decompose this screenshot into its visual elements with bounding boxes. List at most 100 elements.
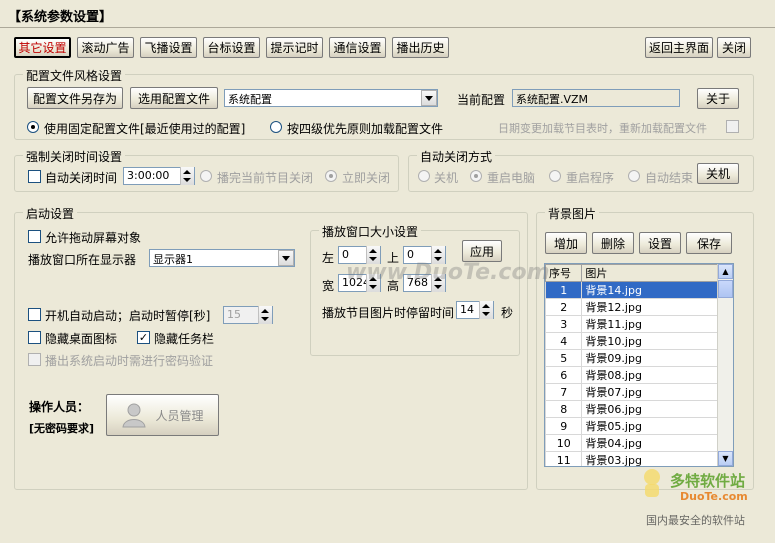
spin-down-icon[interactable]: [482, 312, 490, 316]
combo-value: 显示器1: [153, 253, 193, 266]
group-legend: 强制关闭时间设置: [23, 148, 126, 165]
autostart-checkbox[interactable]: [28, 308, 41, 321]
button-label: 返回主界面: [648, 41, 709, 55]
spin-up-icon[interactable]: [482, 304, 490, 308]
save-config-as-button[interactable]: 配置文件另存为: [27, 87, 123, 109]
spin-down-icon[interactable]: [434, 285, 442, 289]
image-table: 序号 图片 1 背景14.jpg 2 背景12.jpg 3 背景11.jpg 4 背景1…: [545, 264, 719, 466]
button-label: 关于: [705, 92, 730, 106]
table-row[interactable]: 1 背景14.jpg: [545, 281, 719, 299]
display-combo[interactable]: 显示器1: [149, 249, 295, 267]
auto-close-checkbox[interactable]: [28, 170, 41, 183]
select-config-button[interactable]: 选用配置文件: [130, 87, 218, 109]
save-images-button[interactable]: 保存: [686, 232, 732, 254]
width-label: 宽: [322, 279, 335, 293]
chevron-down-icon[interactable]: [421, 90, 437, 106]
tab-timer[interactable]: 提示记时: [266, 37, 323, 58]
restart-app-radio[interactable]: [549, 170, 561, 182]
fixed-config-radio[interactable]: [27, 121, 39, 133]
table-row[interactable]: 11 背景03.jpg: [545, 451, 719, 466]
column-header-image[interactable]: 图片: [581, 264, 719, 282]
logo-site: DuoTe.com: [680, 490, 748, 503]
tab-fly-settings[interactable]: 飞播设置: [140, 37, 197, 58]
spin-down-icon[interactable]: [369, 285, 377, 289]
center-watermark: www.DuoTe.com: [346, 260, 550, 285]
row-file: 背景14.jpg: [581, 281, 719, 299]
scroll-up-icon[interactable]: ▲: [718, 264, 733, 279]
tab-history[interactable]: 播出历史: [392, 37, 449, 58]
current-config-field: 系统配置.VZM: [512, 89, 680, 107]
table-row[interactable]: 8 背景06.jpg: [545, 400, 719, 418]
tab-other-settings[interactable]: 其它设置: [14, 37, 71, 58]
scroll-down-icon[interactable]: ▼: [718, 451, 733, 466]
auto-end-radio[interactable]: [628, 170, 640, 182]
table-row[interactable]: 5 背景09.jpg: [545, 349, 719, 367]
tab-label: 台标设置: [207, 41, 256, 55]
tab-communication[interactable]: 通信设置: [329, 37, 386, 58]
hide-desktop-icons-label: 隐藏桌面图标: [45, 332, 118, 346]
apply-button[interactable]: 应用: [462, 240, 502, 262]
restart-pc-radio[interactable]: [470, 170, 482, 182]
about-button[interactable]: 关于: [697, 88, 739, 109]
pause-spinner[interactable]: [258, 306, 272, 324]
table-row[interactable]: 3 背景11.jpg: [545, 315, 719, 333]
spin-up-icon[interactable]: [261, 309, 269, 313]
group-legend: 自动关闭方式: [417, 148, 496, 165]
scroll-thumb[interactable]: [718, 280, 733, 298]
table-row[interactable]: 2 背景12.jpg: [545, 298, 719, 316]
tab-bar: 其它设置 滚动广告 飞播设置 台标设置 提示记时 通信设置 播出历史 返回主界面…: [0, 34, 775, 62]
row-index: 10: [545, 434, 583, 452]
table-row[interactable]: 6 背景08.jpg: [545, 366, 719, 384]
delete-image-button[interactable]: 删除: [592, 232, 634, 254]
priority-config-label: 按四级优先原则加载配置文件: [287, 122, 444, 136]
row-index: 1: [545, 281, 583, 299]
button-label: 增加: [553, 236, 578, 251]
row-index: 8: [545, 400, 583, 418]
table-row[interactable]: 9 背景05.jpg: [545, 417, 719, 435]
hide-taskbar-checkbox[interactable]: ✓: [137, 331, 150, 344]
time-spinner[interactable]: [180, 167, 194, 185]
table-row[interactable]: 4 背景10.jpg: [545, 332, 719, 350]
field-value: 系统配置.VZM: [516, 93, 589, 106]
autostart-label: 开机自动启动；启动时暂停[秒]: [45, 309, 211, 323]
left-label: 左: [322, 251, 335, 265]
staff-management-button[interactable]: 人员管理: [106, 394, 219, 436]
after-program-radio[interactable]: [200, 170, 212, 182]
logo-tagline: 国内最安全的软件站: [646, 514, 745, 527]
tab-scroll-ads[interactable]: 滚动广告: [77, 37, 134, 58]
row-file: 背景08.jpg: [581, 366, 719, 384]
table-row[interactable]: 10 背景04.jpg: [545, 434, 719, 452]
priority-config-radio[interactable]: [270, 121, 282, 133]
tab-logo-settings[interactable]: 台标设置: [203, 37, 260, 58]
password-verify-checkbox[interactable]: [28, 353, 41, 366]
spin-up-icon[interactable]: [183, 170, 191, 174]
spin-up-icon[interactable]: [434, 249, 442, 253]
spin-up-icon[interactable]: [369, 249, 377, 253]
immediate-close-radio[interactable]: [325, 170, 337, 182]
config-file-combo[interactable]: 系统配置: [224, 89, 438, 107]
allow-drag-checkbox[interactable]: [28, 230, 41, 243]
vertical-scrollbar[interactable]: ▲ ▼: [717, 264, 733, 466]
stay-time-spinner[interactable]: [479, 301, 493, 319]
hide-taskbar-label: 隐藏任务栏: [154, 332, 215, 346]
button-label: 应用: [469, 244, 494, 259]
reload-config-checkbox[interactable]: [726, 120, 739, 133]
column-header-index[interactable]: 序号: [545, 264, 583, 282]
chevron-down-icon[interactable]: [278, 250, 294, 266]
spin-down-icon[interactable]: [183, 178, 191, 182]
spin-down-icon[interactable]: [261, 317, 269, 321]
stay-unit-label: 秒: [501, 306, 514, 320]
image-settings-button[interactable]: 设置: [639, 232, 681, 254]
row-file: 背景06.jpg: [581, 400, 719, 418]
button-label: 选用配置文件: [137, 91, 210, 106]
add-image-button[interactable]: 增加: [545, 232, 587, 254]
hide-desktop-icons-checkbox[interactable]: [28, 331, 41, 344]
shutdown-button[interactable]: 关机: [697, 163, 739, 184]
back-to-main-button[interactable]: 返回主界面: [645, 37, 713, 58]
shutdown-radio[interactable]: [418, 170, 430, 182]
image-list[interactable]: 序号 图片 1 背景14.jpg 2 背景12.jpg 3 背景11.jpg 4 背景1…: [544, 263, 734, 467]
close-button[interactable]: 关闭: [717, 37, 751, 58]
group-legend: 背景图片: [545, 205, 600, 222]
current-config-label: 当前配置: [457, 93, 506, 107]
table-row[interactable]: 7 背景07.jpg: [545, 383, 719, 401]
